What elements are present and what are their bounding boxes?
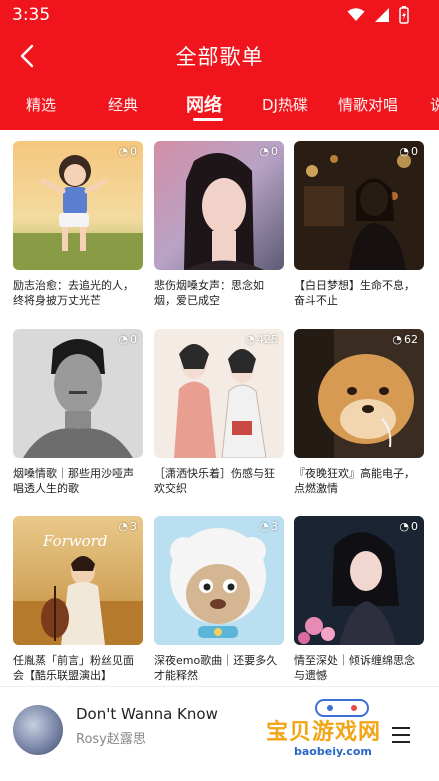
headphones-icon: ◔ bbox=[118, 145, 128, 158]
status-icons bbox=[347, 6, 409, 24]
category-tabs: 精选 经典 网络 DJ热碟 情歌对唱 说 bbox=[0, 80, 439, 130]
watermark-url: baobeiy.com bbox=[294, 745, 372, 758]
tab-qingge-duichang[interactable]: 情歌对唱 bbox=[338, 94, 398, 115]
playlist-cover[interactable]: ◔ 0 bbox=[13, 329, 143, 458]
playlist-title[interactable]: 【白日梦想】生命不息，奋斗不止 bbox=[294, 278, 424, 308]
site-watermark: 宝贝游戏网 baobeiy.com bbox=[262, 696, 412, 776]
album-art-disc[interactable] bbox=[13, 705, 63, 755]
play-count: ◔ 425 bbox=[245, 333, 278, 346]
app-header: 全部歌单 bbox=[0, 32, 439, 80]
play-count: ◔ 0 bbox=[118, 145, 137, 158]
status-time: 3:35 bbox=[12, 5, 51, 25]
active-tab-indicator bbox=[193, 118, 223, 121]
tab-jingdian[interactable]: 经典 bbox=[108, 94, 138, 115]
cover-script-text: Forword bbox=[42, 532, 107, 550]
playlist-title[interactable]: 『夜晚狂欢』高能电子，点燃激情 bbox=[294, 466, 424, 496]
song-artist: Rosy赵露思 bbox=[76, 732, 146, 747]
playlist-title[interactable]: 情至深处｜倾诉缠绵思念与遗憾 bbox=[294, 653, 424, 683]
tab-more[interactable]: 说 bbox=[430, 94, 439, 115]
playlist-title[interactable]: 深夜emo歌曲｜还要多久才能释然 bbox=[154, 653, 284, 683]
battery-icon bbox=[399, 6, 409, 24]
tab-dj[interactable]: DJ热碟 bbox=[262, 94, 308, 115]
tab-wangluo[interactable]: 网络 bbox=[186, 91, 222, 117]
playlist-cover[interactable]: ◔ 425 bbox=[154, 329, 284, 458]
play-count: ◔ 3 bbox=[118, 520, 137, 533]
play-count: ◔ 0 bbox=[259, 145, 278, 158]
watermark-text: 宝贝游戏网 bbox=[266, 720, 382, 745]
playlist-cover[interactable]: ◔ 3 bbox=[154, 516, 284, 645]
play-count: ◔ 3 bbox=[259, 520, 278, 533]
status-bar: 3:35 bbox=[0, 0, 439, 32]
play-count: ◔ 0 bbox=[399, 520, 418, 533]
signal-icon bbox=[375, 8, 389, 22]
playlist-cover[interactable]: ◔ 62 bbox=[294, 329, 424, 458]
song-title[interactable]: Don't Wanna Know bbox=[76, 705, 218, 723]
playlist-grid: ◔ 0 励志治愈：去追光的人，终将身披万丈光芒 ◔ 0 悲伤烟嗓女声：思念如烟，… bbox=[0, 130, 439, 686]
play-count: ◔ 62 bbox=[392, 333, 418, 346]
playlist-cover[interactable]: ◔ 0 bbox=[294, 516, 424, 645]
playlist-title[interactable]: 励志治愈：去追光的人，终将身披万丈光芒 bbox=[13, 278, 143, 308]
tab-jingxuan[interactable]: 精选 bbox=[26, 94, 56, 115]
play-count: ◔ 0 bbox=[399, 145, 418, 158]
playlist-title[interactable]: 烟嗓情歌｜那些用沙哑声唱透人生的歌 bbox=[13, 466, 143, 496]
playlist-title[interactable]: ［潇洒快乐着］伤感与狂欢交织 bbox=[154, 466, 284, 496]
headphones-icon: ◔ bbox=[259, 520, 269, 533]
playlist-cover[interactable]: Forword ◔ 3 bbox=[13, 516, 143, 645]
page-title: 全部歌单 bbox=[175, 45, 264, 69]
headphones-icon: ◔ bbox=[392, 333, 402, 346]
playlist-cover[interactable]: ◔ 0 bbox=[13, 141, 143, 270]
play-count: ◔ 0 bbox=[118, 333, 137, 346]
headphones-icon: ◔ bbox=[259, 145, 269, 158]
playlist-title[interactable]: 悲伤烟嗓女声：思念如烟，爱已成空 bbox=[154, 278, 284, 308]
headphones-icon: ◔ bbox=[245, 333, 255, 346]
headphones-icon: ◔ bbox=[118, 520, 128, 533]
headphones-icon: ◔ bbox=[399, 145, 409, 158]
playlist-cover[interactable]: ◔ 0 bbox=[154, 141, 284, 270]
playlist-cover[interactable]: ◔ 0 bbox=[294, 141, 424, 270]
headphones-icon: ◔ bbox=[118, 333, 128, 346]
headphones-icon: ◔ bbox=[399, 520, 409, 533]
playlist-title[interactable]: 任胤蒸「前言」粉丝见面会【酷乐联盟演出】 bbox=[13, 653, 143, 683]
wifi-icon bbox=[347, 8, 365, 21]
